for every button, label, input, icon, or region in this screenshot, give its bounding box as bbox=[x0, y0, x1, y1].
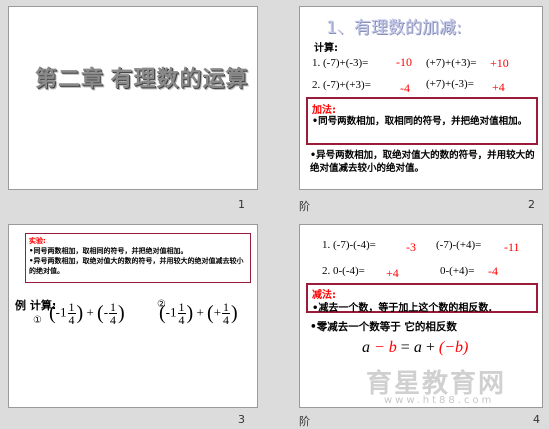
slide-4-row-1: 1. (-7)-(-4)= bbox=[322, 239, 376, 251]
slide-4-number: 4 bbox=[533, 413, 540, 426]
neg-one: -1 bbox=[55, 304, 67, 320]
slide-2-row-1: 1. (-7)+(-3)= bbox=[312, 57, 368, 69]
slide-2-row-2: 2. (-7)+(+3)= bbox=[312, 79, 371, 91]
row-index: 2. bbox=[312, 79, 321, 91]
minus-sign: - bbox=[103, 304, 109, 320]
slide-4-row-2: 2. 0-(-4)= bbox=[322, 265, 365, 277]
row-question-2: (-7)-(+4)= bbox=[436, 239, 482, 251]
row-question-1: (-7)+(-3)= bbox=[323, 57, 369, 69]
slide-2-compute-label: 计算: bbox=[314, 43, 338, 54]
formula-neg-b: (−b) bbox=[438, 339, 469, 356]
slide-1-thumbnail[interactable]: 第二章 有理数的运算 bbox=[8, 6, 258, 190]
row-question-2: 0-(+4)= bbox=[440, 265, 475, 277]
row-question-2: (+7)+(-3)= bbox=[426, 78, 474, 90]
experiment-head: 实验: bbox=[29, 237, 46, 245]
formula-b: b bbox=[388, 339, 397, 356]
addition-rule-2: •异号两数相加，取绝对值大的数的符号，并用较大的绝对值减去较小的绝对值。 bbox=[310, 150, 535, 174]
slide-4-thumbnail[interactable]: 1. (-7)-(-4)= -3 (-7)-(+4)= -11 2. 0-(-4… bbox=[299, 224, 543, 408]
row-answer-1: -3 bbox=[406, 240, 416, 254]
row-answer-1: -10 bbox=[396, 55, 412, 69]
slide-2-footer-mark: 阶 bbox=[299, 200, 310, 213]
row-question-1: 0-(-4)= bbox=[333, 265, 365, 277]
formula-minus: − bbox=[374, 339, 385, 356]
plus-operator: + bbox=[196, 304, 204, 320]
row-answer-1: +4 bbox=[386, 266, 399, 280]
row-index: 1. bbox=[322, 239, 331, 251]
example-1-expression: (-1 1 4) + (- 1 4) bbox=[49, 300, 125, 327]
plus-operator: + bbox=[86, 304, 94, 320]
example-1-mark: ① bbox=[33, 315, 42, 326]
row-index: 1. bbox=[312, 57, 321, 69]
slide-2-title: 1、有理数的加减: bbox=[326, 18, 462, 38]
row-question-2: (+7)+(+3)= bbox=[426, 57, 477, 69]
formula-a: a bbox=[362, 339, 370, 356]
subtraction-rule-2: •零减去一个数等于 它的相反数 bbox=[310, 321, 457, 333]
row-question-1: (-7)-(-4)= bbox=[333, 239, 376, 251]
slide-1-number: 1 bbox=[238, 198, 245, 211]
example-2-expression: (-1 1 4) + (+ 1 4) bbox=[159, 300, 238, 327]
slide-4-footer-mark: 阶 bbox=[299, 415, 310, 428]
fraction: 14 bbox=[177, 300, 186, 327]
slide-2-thumbnail[interactable]: 1、有理数的加减: 计算: 1. (-7)+(-3)= -10 (+7)+(+3… bbox=[299, 6, 543, 190]
addition-rule-box: 加法: •同号两数相加，取相同的符号，并把绝对值相加。 bbox=[306, 97, 538, 145]
slide-3-thumbnail[interactable]: 实验: •同号两数相加，取相同的符号，并把绝对值相加。 •异号两数相加，取绝对值… bbox=[8, 224, 258, 408]
subtraction-rule-1: •减去一个数，等于加上这个数的相反数. bbox=[312, 303, 493, 314]
experiment-line-2: •异号两数相加，取绝对值大的数的符号，并用较大的绝对值减去较小的绝对值。 bbox=[29, 257, 244, 275]
formula-plus: + bbox=[425, 339, 435, 356]
slide-2-number: 2 bbox=[528, 198, 535, 211]
addition-rule-1: •同号两数相加，取相同的符号，并把绝对值相加。 bbox=[312, 116, 528, 127]
watermark-url: www.ht88.com bbox=[384, 395, 495, 406]
neg-one: -1 bbox=[165, 304, 177, 320]
slide-3-number: 3 bbox=[238, 413, 245, 426]
fraction: 14 bbox=[67, 300, 76, 327]
fraction: 14 bbox=[109, 300, 118, 327]
row-answer-2: +10 bbox=[490, 56, 509, 70]
row-question-1: (-7)+(+3)= bbox=[323, 79, 371, 91]
row-answer-2: +4 bbox=[492, 80, 505, 94]
subtraction-rule-box: 减法: •减去一个数，等于加上这个数的相反数. bbox=[306, 283, 538, 314]
addition-rule-head: 加法: bbox=[312, 105, 336, 116]
row-answer-1: -4 bbox=[400, 81, 410, 95]
experiment-box: 实验: •同号两数相加，取相同的符号，并把绝对值相加。 •异号两数相加，取绝对值… bbox=[25, 233, 251, 283]
subtraction-formula: a − b = a + (−b) bbox=[362, 339, 468, 357]
experiment-line-1: •同号两数相加，取相同的符号，并把绝对值相加。 bbox=[29, 247, 188, 255]
row-index: 2. bbox=[322, 265, 331, 277]
formula-equals: = bbox=[400, 339, 410, 356]
plus-sign: + bbox=[213, 304, 222, 320]
fraction: 14 bbox=[222, 300, 231, 327]
slide-1-title: 第二章 有理数的运算 bbox=[35, 66, 249, 91]
row-answer-2: -11 bbox=[504, 240, 520, 254]
row-answer-2: -4 bbox=[488, 264, 498, 278]
formula-a2: a bbox=[413, 339, 422, 356]
